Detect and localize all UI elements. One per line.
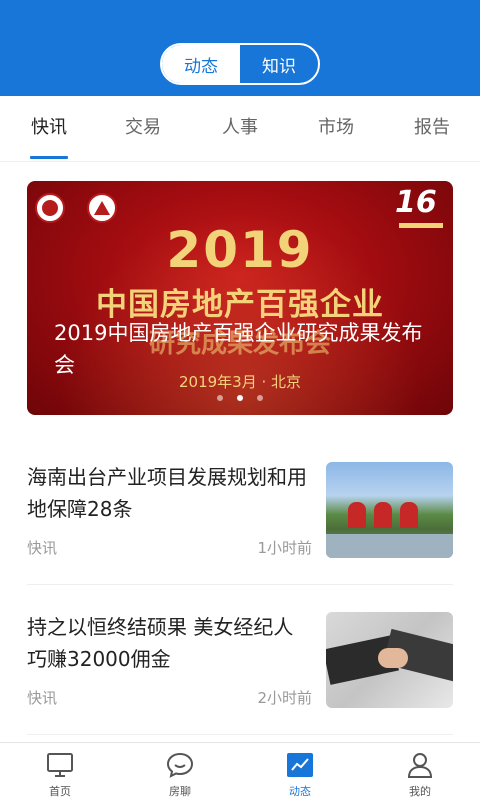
news-title: 持之以恒终结硕果 美女经纪人巧赚32000佣金 bbox=[27, 615, 294, 671]
news-time: 1小时前 bbox=[257, 539, 312, 557]
bottom-navigation: 首页 房聊 动态 我的 bbox=[0, 742, 480, 800]
chat-bubble-icon bbox=[166, 752, 194, 778]
building-shape bbox=[348, 502, 366, 528]
news-category: 快讯 bbox=[27, 539, 58, 557]
carousel-dot[interactable] bbox=[217, 395, 223, 401]
top-header: 动态 知识 bbox=[0, 0, 480, 96]
badge-number: 16 bbox=[395, 185, 437, 220]
category-tabs: 快讯 交易 人事 市场 报告 bbox=[0, 96, 480, 162]
divider bbox=[27, 734, 453, 735]
user-icon bbox=[407, 753, 433, 778]
hand-shape bbox=[378, 648, 408, 668]
tab-reports[interactable]: 报告 bbox=[403, 96, 461, 162]
active-tab-indicator bbox=[30, 156, 68, 159]
poster-year: 2019 bbox=[166, 221, 314, 279]
water-shape bbox=[326, 534, 453, 558]
banner-title: 2019中国房地产百强企业研究成果发布会 bbox=[54, 321, 423, 377]
segment-dynamics[interactable]: 动态 bbox=[162, 45, 240, 83]
carousel-dots bbox=[27, 395, 453, 401]
nav-dynamics[interactable]: 动态 bbox=[240, 743, 360, 800]
nav-label: 我的 bbox=[409, 785, 431, 798]
news-time: 2小时前 bbox=[257, 689, 312, 707]
news-item[interactable]: 持之以恒终结硕果 美女经纪人巧赚32000佣金 快讯 2小时前 bbox=[27, 609, 453, 709]
nav-profile[interactable]: 我的 bbox=[360, 743, 480, 800]
tab-market[interactable]: 市场 bbox=[307, 96, 365, 162]
tab-flash-news[interactable]: 快讯 bbox=[20, 96, 78, 162]
segmented-control: 动态 知识 bbox=[160, 43, 320, 85]
segment-knowledge[interactable]: 知识 bbox=[240, 45, 318, 83]
nav-label: 动态 bbox=[289, 785, 311, 798]
handshake-photo-icon bbox=[326, 612, 453, 708]
carousel-dot-active[interactable] bbox=[237, 395, 243, 401]
tab-personnel[interactable]: 人事 bbox=[211, 96, 269, 162]
nav-label: 首页 bbox=[49, 785, 71, 798]
tab-transactions[interactable]: 交易 bbox=[114, 96, 172, 162]
divider bbox=[27, 584, 453, 585]
association-logo-icon bbox=[35, 193, 65, 223]
nav-home[interactable]: 首页 bbox=[0, 743, 120, 800]
banner-carousel[interactable]: 16 2019 中国房地产百强企业 研究成果发布会 2019年3月 · 北京 2… bbox=[27, 181, 453, 415]
nav-chat[interactable]: 房聊 bbox=[120, 743, 240, 800]
carousel-dot[interactable] bbox=[257, 395, 263, 401]
news-item[interactable]: 海南出台产业项目发展规划和用地保障28条 快讯 1小时前 bbox=[27, 459, 453, 559]
monitor-icon bbox=[47, 753, 73, 777]
trend-chart-icon bbox=[287, 753, 313, 777]
building-shape bbox=[400, 502, 418, 528]
institute-logo-icon bbox=[87, 193, 117, 223]
building-photo-icon bbox=[326, 462, 453, 558]
news-title: 海南出台产业项目发展规划和用地保障28条 bbox=[27, 465, 307, 521]
news-category: 快讯 bbox=[27, 689, 58, 707]
building-shape bbox=[374, 502, 392, 528]
nav-label: 房聊 bbox=[169, 785, 191, 798]
